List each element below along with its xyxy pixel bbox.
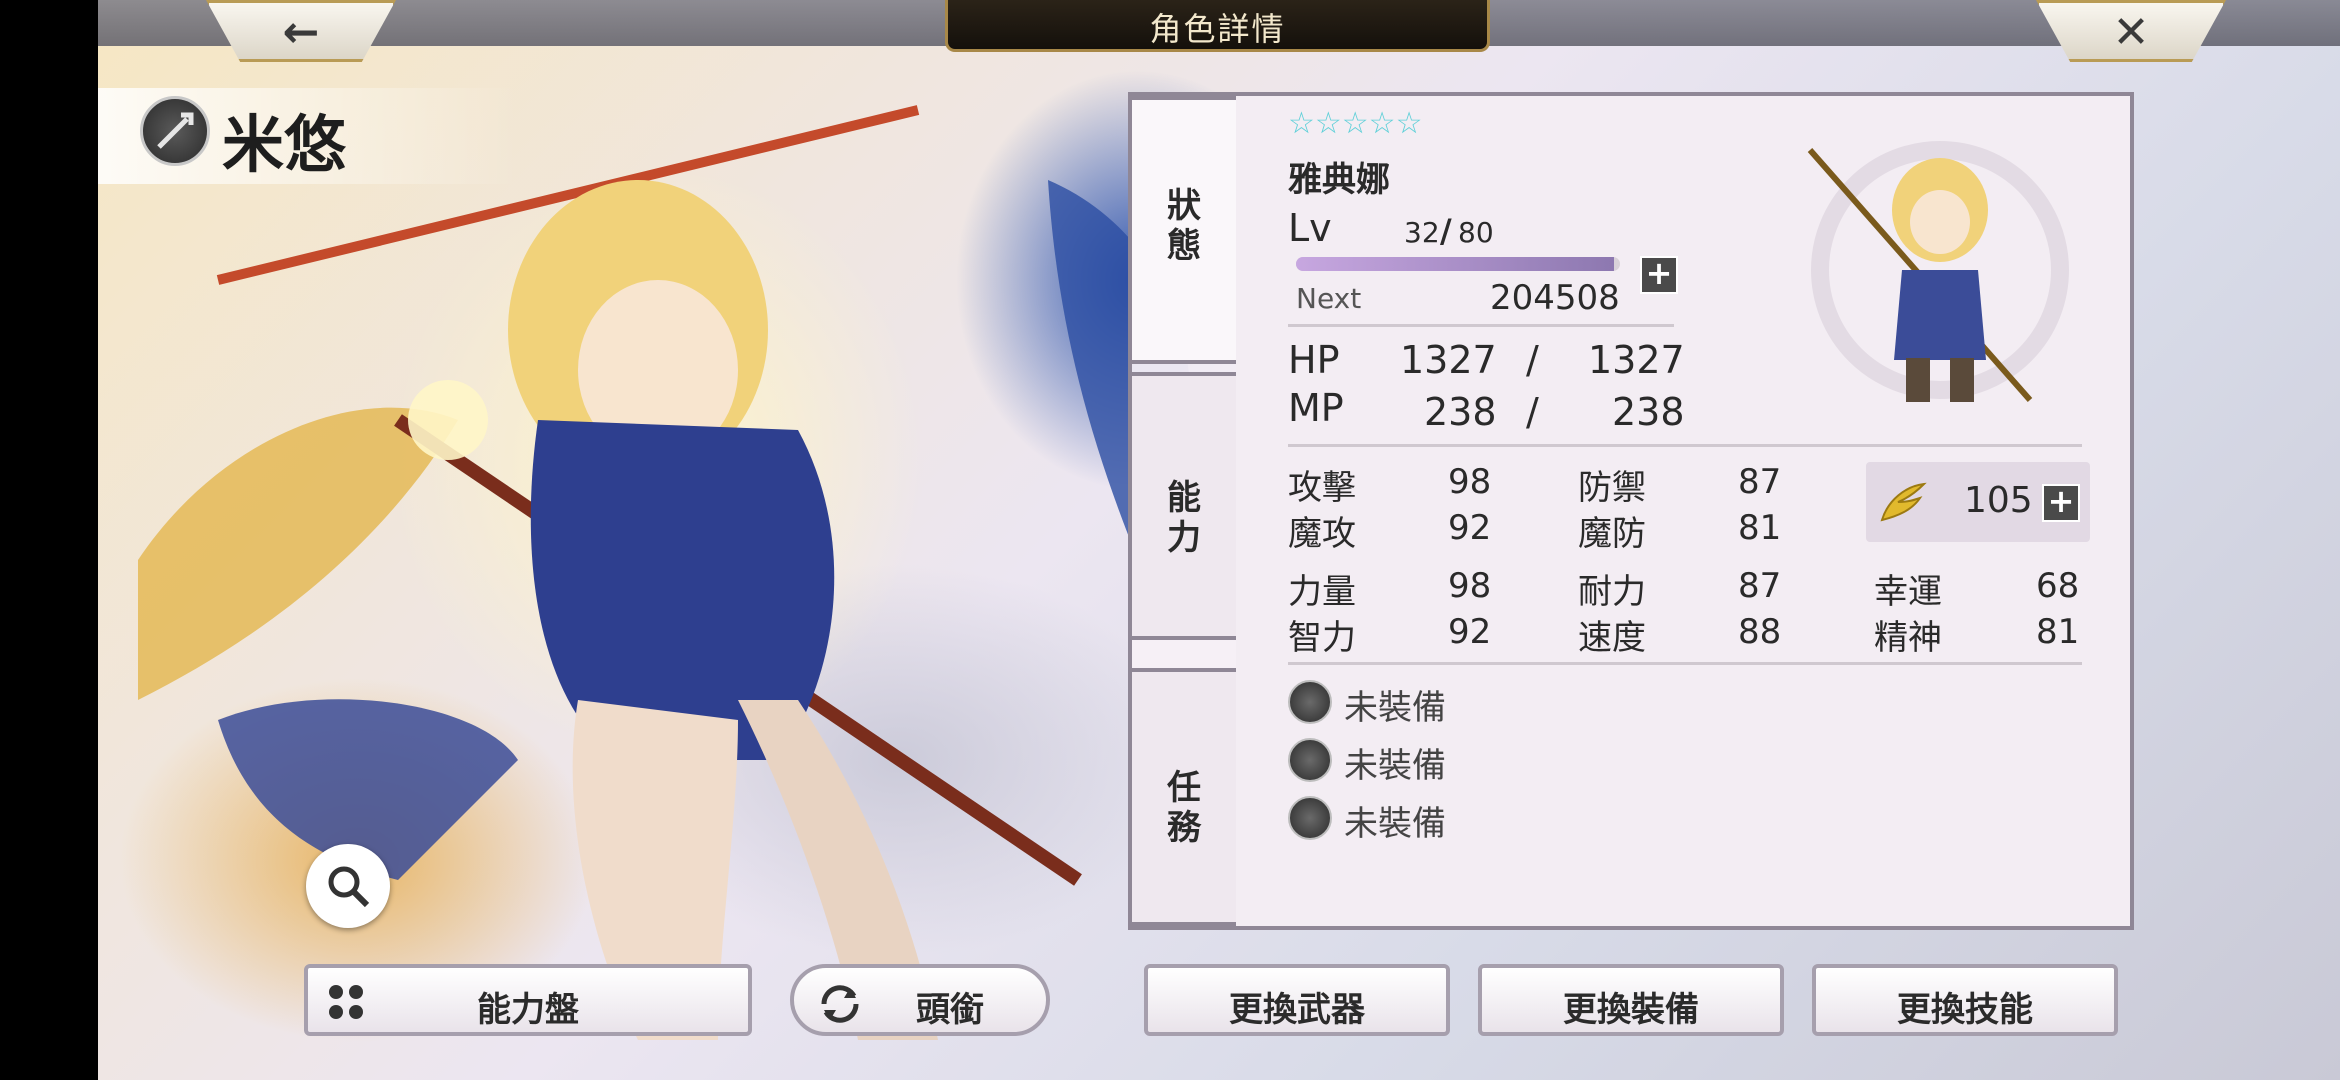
attr-label-strength: 力量 — [1288, 572, 1356, 612]
stat-value-attack: 98 — [1448, 462, 1492, 502]
stat-label-attack: 攻擊 — [1288, 468, 1356, 508]
hp-separator: / — [1526, 338, 1539, 382]
ability-board-button[interactable]: 能力盤 — [304, 964, 752, 1036]
mp-current: 238 — [1424, 390, 1497, 434]
change-equipment-button[interactable]: 更換裝備 — [1478, 964, 1784, 1036]
level-up-button[interactable]: + — [1640, 256, 1678, 294]
level-label: Lv — [1288, 206, 1332, 250]
tab-ability[interactable]: 能力 — [1128, 372, 1236, 640]
tab-status-label: 狀態 — [1167, 186, 1201, 266]
stat-value-magic-attack: 92 — [1448, 508, 1492, 548]
title-button-label: 頭銜 — [916, 990, 984, 1030]
rarity-stars: ☆☆☆☆☆ — [1288, 106, 1423, 141]
ability-board-label: 能力盤 — [477, 990, 579, 1030]
attr-value-luck: 68 — [2036, 566, 2080, 606]
character-name: 米悠 — [222, 108, 347, 181]
exp-progress-bar — [1296, 257, 1620, 271]
change-equipment-label: 更換裝備 — [1563, 990, 1699, 1030]
tab-mission[interactable]: 任務 — [1128, 668, 1236, 926]
attr-value-endurance: 87 — [1738, 566, 1782, 606]
exp-progress-fill — [1296, 257, 1614, 271]
change-weapon-label: 更換武器 — [1229, 990, 1365, 1030]
stat-label-magic-attack: 魔攻 — [1288, 514, 1356, 554]
attr-label-intelligence: 智力 — [1288, 618, 1356, 658]
hp-current: 1327 — [1400, 338, 1497, 382]
level-separator: / — [1440, 212, 1452, 250]
title-plate: 角色詳情 — [945, 0, 1490, 52]
change-skill-button[interactable]: 更換技能 — [1812, 964, 2118, 1036]
change-skill-label: 更換技能 — [1897, 990, 2033, 1030]
accessory-slot-label[interactable]: 未裝備 — [1344, 796, 1446, 845]
mp-label: MP — [1288, 386, 1344, 430]
accessory-slot-icon[interactable] — [1288, 796, 1332, 840]
attr-label-endurance: 耐力 — [1578, 572, 1646, 612]
zoom-button[interactable] — [306, 844, 390, 928]
armor-slot-icon[interactable] — [1288, 738, 1332, 782]
mp-separator: / — [1526, 390, 1539, 434]
tab-status[interactable]: 狀態 — [1128, 96, 1236, 364]
attr-value-strength: 98 — [1448, 566, 1492, 606]
level-max: 80 — [1458, 216, 1494, 249]
hp-max: 1327 — [1588, 338, 1685, 382]
soul-points-value: 105 — [1964, 480, 2033, 521]
magnifier-icon — [328, 866, 370, 908]
attr-label-luck: 幸運 — [1874, 572, 1942, 612]
divider — [1288, 324, 1674, 327]
tab-ability-label: 能力 — [1167, 478, 1201, 558]
close-x-icon: ✕ — [2112, 7, 2150, 58]
wing-icon — [1880, 482, 1927, 522]
weapon-slot-icon[interactable] — [1288, 680, 1332, 724]
title-button[interactable]: 頭銜 — [790, 964, 1050, 1036]
divider — [1288, 444, 2082, 447]
next-label: Next — [1296, 282, 1362, 315]
stat-label-magic-defense: 魔防 — [1578, 514, 1646, 554]
attr-label-speed: 速度 — [1578, 618, 1646, 658]
level-current: 32 — [1404, 216, 1440, 249]
attr-value-speed: 88 — [1738, 612, 1782, 652]
mp-max: 238 — [1612, 390, 1685, 434]
attr-value-spirit: 81 — [2036, 612, 2080, 652]
stat-value-defense: 87 — [1738, 462, 1782, 502]
soul-plus-button[interactable]: + — [2042, 484, 2080, 522]
attr-value-intelligence: 92 — [1448, 612, 1492, 652]
hp-label: HP — [1288, 338, 1340, 382]
stat-label-defense: 防禦 — [1578, 468, 1646, 508]
divider — [1288, 662, 2082, 665]
unit-title: 雅典娜 — [1288, 160, 1390, 200]
change-weapon-button[interactable]: 更換武器 — [1144, 964, 1450, 1036]
spear-class-icon — [140, 96, 210, 166]
next-exp-value: 204508 — [1490, 278, 1620, 318]
attr-label-spirit: 精神 — [1874, 618, 1942, 658]
page-title: 角色詳情 — [1149, 10, 1286, 48]
back-arrow-icon: ← — [282, 7, 320, 58]
weapon-slot-label[interactable]: 未裝備 — [1344, 680, 1446, 729]
chibi-portrait — [1807, 141, 2069, 402]
tab-mission-label: 任務 — [1167, 768, 1201, 848]
armor-slot-label[interactable]: 未裝備 — [1344, 738, 1446, 787]
stat-value-magic-defense: 81 — [1738, 508, 1782, 548]
